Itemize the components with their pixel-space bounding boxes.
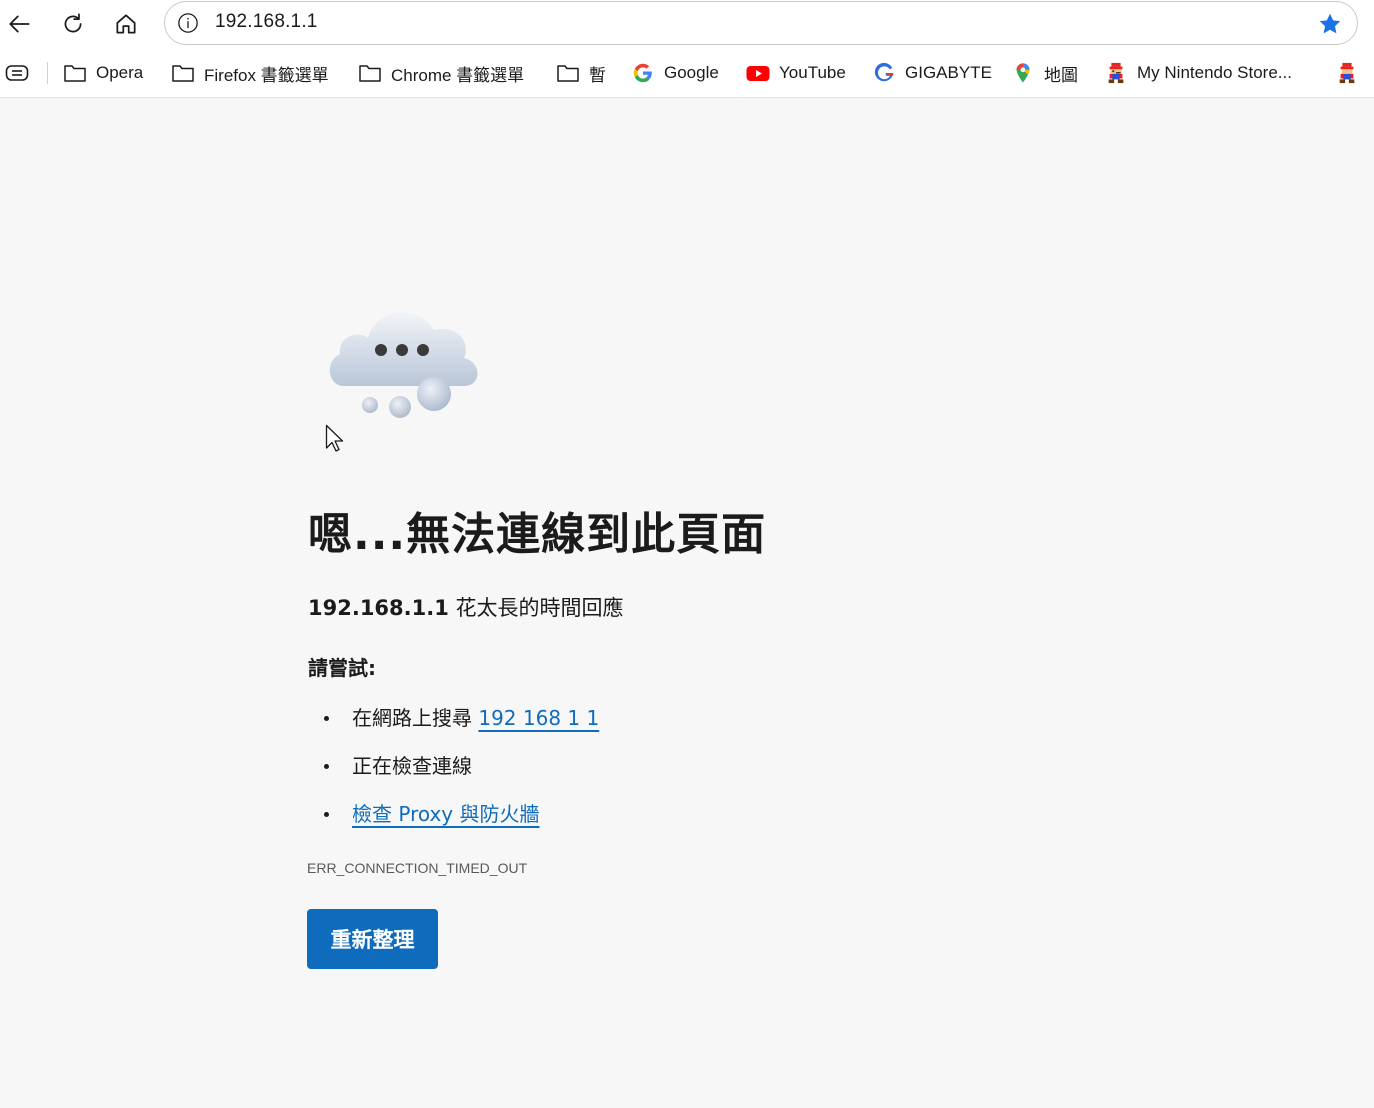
- google-icon: [631, 62, 655, 84]
- bullet: [324, 764, 329, 769]
- maps-pin-icon: [1011, 62, 1035, 84]
- folder-icon: [556, 62, 580, 84]
- suggestion-proxy-firewall: 檢查 Proxy 與防火牆: [308, 796, 599, 844]
- proxy-firewall-link[interactable]: 檢查 Proxy 與防火牆: [352, 802, 540, 826]
- address-text[interactable]: 192.168.1.1: [215, 11, 318, 33]
- folder-icon: [63, 62, 87, 84]
- error-title: 嗯...無法連線到此頁面: [308, 509, 767, 560]
- bookmark-youtube[interactable]: YouTube: [746, 60, 846, 86]
- bookmarks-separator: [47, 62, 48, 84]
- home-icon: [116, 14, 136, 34]
- cloud-error-icon: [329, 312, 478, 418]
- bookmark-chrome[interactable]: Chrome 書籤選單: [358, 60, 524, 86]
- back-button[interactable]: [2, 6, 38, 42]
- mario-icon: [1335, 62, 1359, 84]
- address-bar[interactable]: 192.168.1.1: [164, 1, 1358, 45]
- bookmark-maps[interactable]: 地圖: [1011, 60, 1078, 86]
- suggestion-search: 在網路上搜尋 192 168 1 1: [308, 700, 599, 748]
- error-message: 192.168.1.1 花太長的時間回應: [308, 592, 624, 622]
- folder-icon: [171, 62, 195, 84]
- bookmark-google[interactable]: Google: [631, 60, 719, 86]
- error-host: 192.168.1.1: [308, 596, 449, 620]
- bookmark-temp[interactable]: 暫: [556, 60, 606, 86]
- bookmark-overflow[interactable]: [1335, 60, 1368, 86]
- suggestion-check-connection: 正在檢查連線: [308, 748, 599, 796]
- refresh-page-button[interactable]: [55, 6, 91, 42]
- bullet: [324, 812, 329, 817]
- try-label: 請嘗試:: [308, 656, 376, 680]
- arrow-left-icon: [9, 15, 30, 33]
- info-icon[interactable]: [177, 12, 199, 34]
- refresh-icon: [64, 13, 82, 33]
- favorite-star-icon[interactable]: [1317, 11, 1343, 37]
- gigabyte-icon: [872, 62, 896, 84]
- search-web-link[interactable]: 192 168 1 1: [478, 706, 599, 730]
- bookmark-firefox[interactable]: Firefox 書籤選單: [171, 60, 329, 86]
- bookmark-opera[interactable]: Opera: [63, 60, 143, 86]
- bookmark-nintendo[interactable]: My Nintendo Store...: [1104, 60, 1292, 86]
- folder-icon: [358, 62, 382, 84]
- error-code: ERR_CONNECTION_TIMED_OUT: [307, 860, 528, 876]
- error-reason: 花太長的時間回應: [455, 596, 624, 620]
- home-button[interactable]: [108, 6, 144, 42]
- refresh-button[interactable]: 重新整理: [307, 909, 438, 969]
- suggestion-list: 在網路上搜尋 192 168 1 1 正在檢查連線 檢查 Proxy 與防火牆: [308, 700, 599, 844]
- collapse-bookmarks-icon[interactable]: [5, 64, 29, 82]
- bookmarks-bar: Opera Firefox 書籤選單 Chrome 書籤選單 暫 Google: [0, 48, 1374, 98]
- mario-icon: [1104, 62, 1128, 84]
- bookmark-gigabyte[interactable]: GIGABYTE: [872, 60, 992, 86]
- mouse-cursor-icon: [325, 424, 344, 452]
- youtube-icon: [746, 62, 770, 84]
- bullet: [324, 716, 329, 721]
- browser-toolbar: 192.168.1.1: [0, 0, 1374, 48]
